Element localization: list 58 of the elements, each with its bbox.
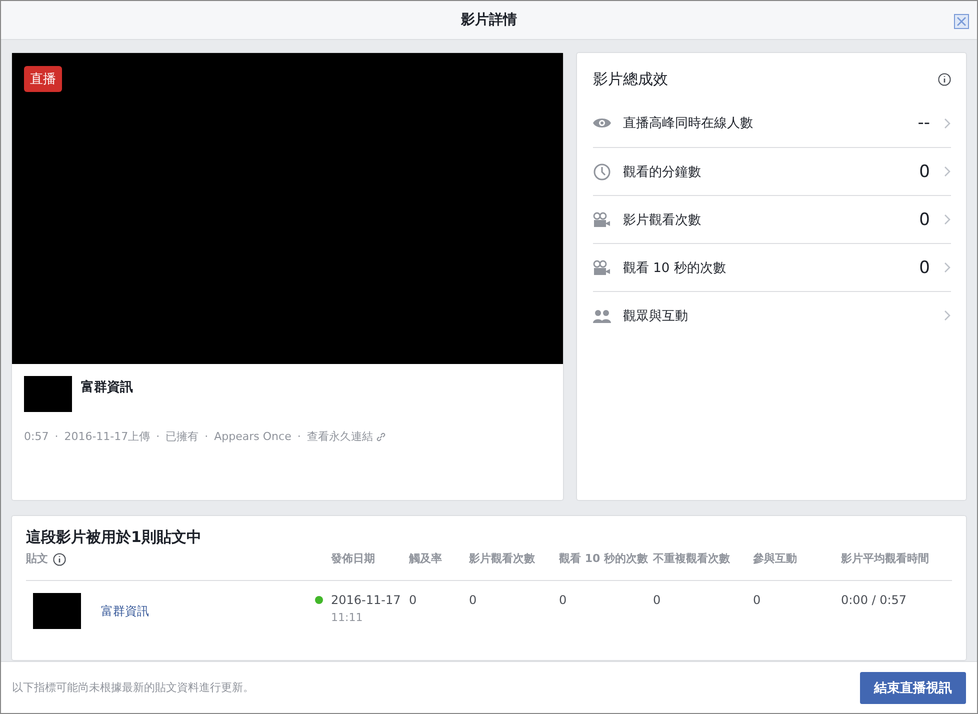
info-icon[interactable] bbox=[53, 553, 66, 566]
page-thumbnail bbox=[24, 376, 72, 412]
separator-dot: · bbox=[156, 430, 160, 444]
table-cell-text: 0 bbox=[653, 592, 662, 610]
column-header: 參與互動 bbox=[753, 553, 797, 565]
movie-camera-icon bbox=[593, 212, 611, 228]
separator-dot: · bbox=[204, 430, 208, 444]
metric-label: 直播高峰同時在線人數 bbox=[623, 115, 754, 132]
metric-value: 0 bbox=[919, 162, 930, 182]
meta-text: 2016-11-17上傳 bbox=[64, 429, 150, 444]
table-cell-text: 0 bbox=[753, 592, 762, 610]
chevron-icon bbox=[944, 310, 951, 322]
link-icon bbox=[376, 432, 386, 442]
column-header: 觀看 10 秒的次數 bbox=[559, 553, 648, 565]
column-header: 影片平均觀看時間 bbox=[841, 553, 929, 565]
posts-title: 這段影片被用於1則貼文中 bbox=[26, 528, 202, 548]
post-date: 2016-11-17 bbox=[331, 593, 401, 608]
end-live-button[interactable]: 結束直播視訊 bbox=[860, 672, 966, 704]
meta-text: 0:57 bbox=[24, 430, 49, 444]
post-thumbnail bbox=[33, 593, 81, 630]
table-cell-text: 0 bbox=[559, 592, 568, 610]
video-player[interactable]: 直播 bbox=[12, 53, 563, 364]
clock-icon bbox=[593, 162, 611, 181]
table-cell-text: 0 bbox=[409, 592, 418, 610]
separator-dot: · bbox=[297, 430, 301, 444]
column-header: 貼文 bbox=[26, 553, 48, 565]
permalink-link[interactable]: 查看永久連結 bbox=[306, 429, 386, 444]
chevron-icon bbox=[944, 166, 951, 178]
live-badge: 直播 bbox=[24, 66, 62, 92]
table-cell-text: 0:00 / 0:57 bbox=[841, 592, 908, 610]
metric-label: 觀看的分鐘數 bbox=[623, 164, 702, 181]
post-link[interactable]: 富群資訊 bbox=[101, 602, 149, 620]
column-header: 發佈日期 bbox=[331, 553, 375, 565]
dialog-title: 影片詳情 bbox=[461, 11, 517, 30]
table-cell-text: 0 bbox=[469, 592, 478, 610]
chevron-icon bbox=[944, 214, 951, 226]
metric-label: 影片觀看次數 bbox=[623, 212, 702, 229]
info-icon[interactable] bbox=[938, 72, 951, 86]
metrics-title: 影片總成效 bbox=[593, 70, 668, 89]
chevron-icon bbox=[944, 262, 951, 274]
meta-text: Appears Once bbox=[214, 430, 292, 444]
page-name: 富群資訊 bbox=[81, 378, 133, 398]
chevron-icon bbox=[944, 118, 951, 129]
metric-value: 0 bbox=[919, 210, 930, 230]
metric-value: 0 bbox=[919, 258, 930, 278]
column-header: 觸及率 bbox=[409, 553, 442, 565]
post-time: 11:11 bbox=[331, 611, 364, 624]
metric-label: 觀眾與互動 bbox=[623, 308, 689, 325]
metric-label: 觀看 10 秒的次數 bbox=[623, 260, 727, 277]
separator-dot: · bbox=[54, 430, 58, 444]
column-header: 不重複觀看次數 bbox=[653, 553, 730, 565]
metric-value: -- bbox=[918, 113, 930, 134]
column-header: 影片觀看次數 bbox=[469, 553, 535, 565]
people-icon bbox=[593, 308, 611, 323]
eye-icon bbox=[593, 117, 611, 130]
meta-text: 已擁有 bbox=[166, 429, 199, 444]
update-note: 以下指標可能尚未根據最新的貼文資料進行更新。 bbox=[12, 680, 254, 696]
movie-camera-icon bbox=[593, 260, 611, 276]
